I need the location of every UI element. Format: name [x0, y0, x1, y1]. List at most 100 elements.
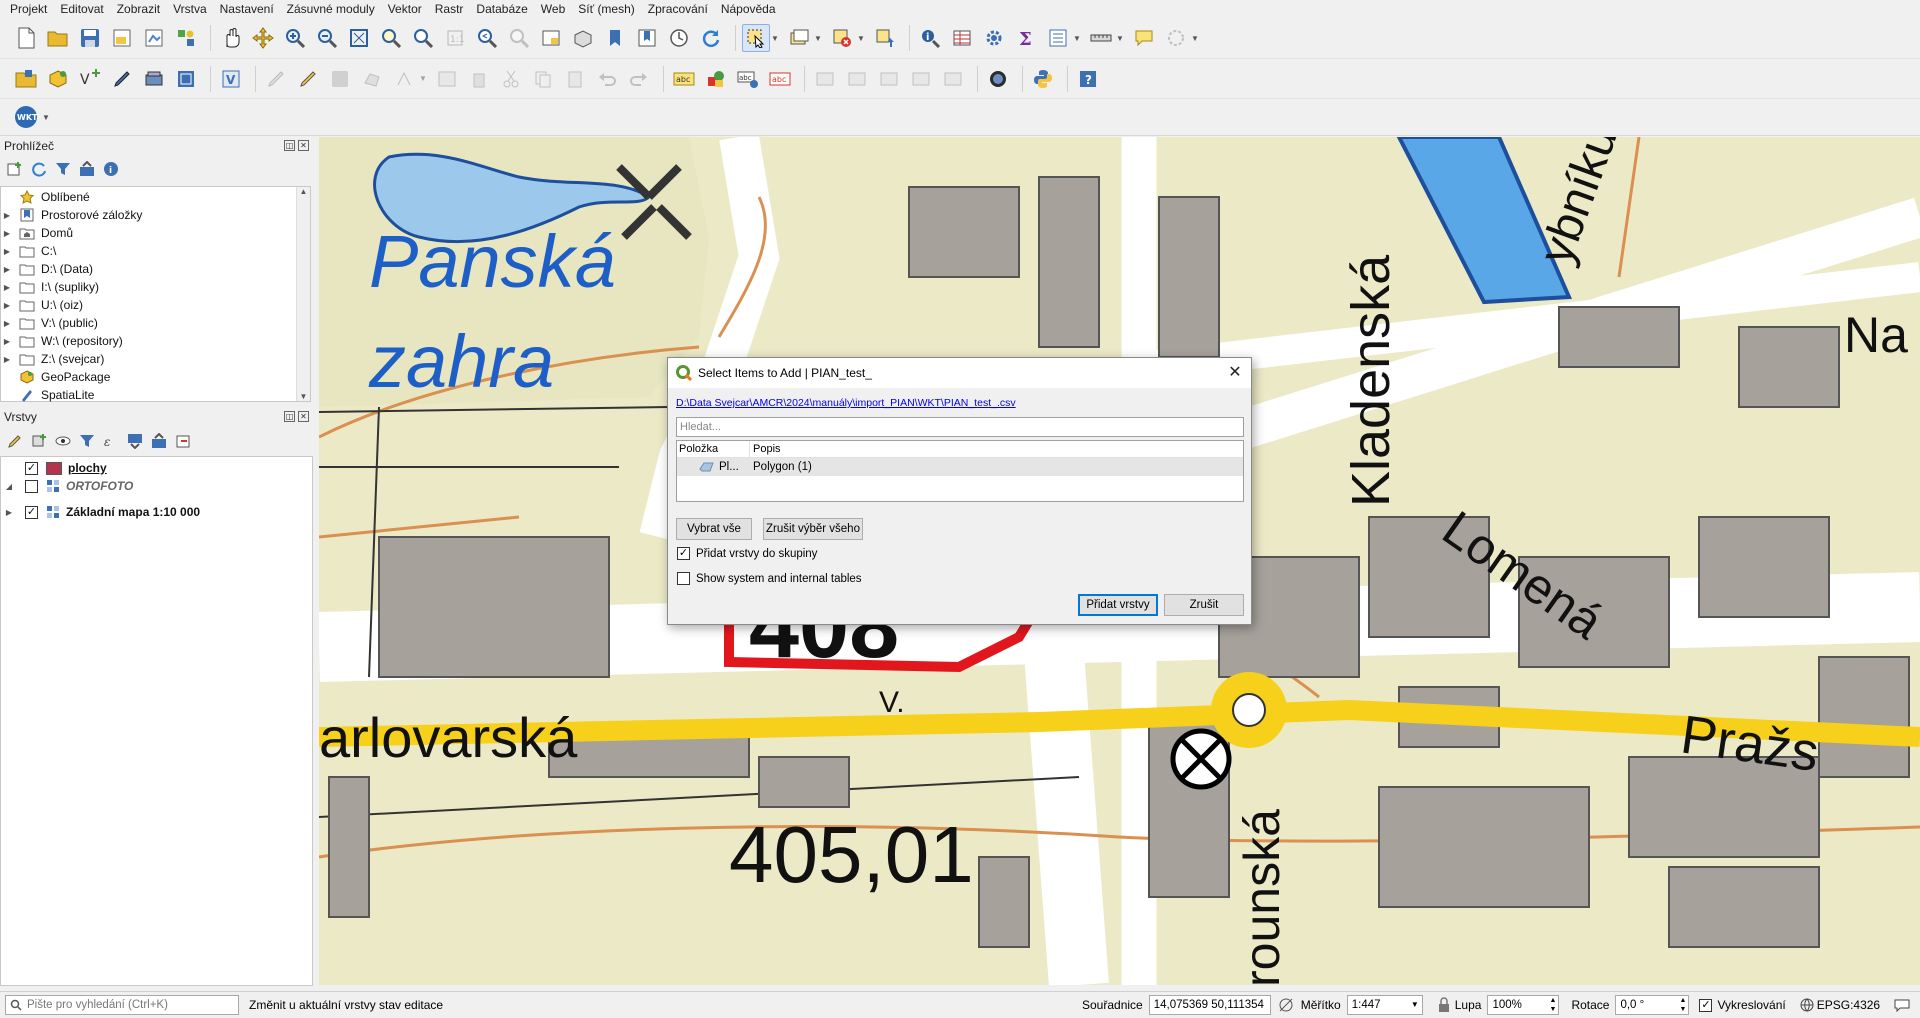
python-console-icon[interactable]	[1029, 65, 1057, 93]
layout-manager-icon[interactable]	[140, 24, 168, 52]
zoom-to-selection-icon[interactable]	[377, 24, 405, 52]
browser-item[interactable]: ▶ U:\ (oiz)	[1, 296, 310, 314]
collapse-all-layers-icon[interactable]	[150, 432, 168, 450]
diagram-tool-5-icon[interactable]	[939, 65, 967, 93]
toggle-extents-icon[interactable]	[1277, 996, 1295, 1014]
help-icon[interactable]: ?	[1074, 65, 1102, 93]
diagram-tool-2-icon[interactable]	[843, 65, 871, 93]
crs-globe-icon[interactable]	[1800, 998, 1814, 1012]
zoom-next-icon[interactable]	[505, 24, 533, 52]
float-panel-icon[interactable]: ◫	[284, 411, 295, 422]
browser-item[interactable]: ▶ V:\ (public)	[1, 314, 310, 332]
new-project-icon[interactable]	[12, 24, 40, 52]
browser-item[interactable]: ▶ Domů	[1, 224, 310, 242]
col-header-item[interactable]: Položka	[677, 441, 750, 457]
expand-arrow-icon[interactable]: ◢	[1, 482, 17, 491]
new-virtual-layer-icon[interactable]	[172, 65, 200, 93]
select-location-icon[interactable]	[871, 24, 899, 52]
layer-styling-icon[interactable]	[702, 65, 730, 93]
expand-arrow-icon[interactable]: ▶	[1, 229, 13, 238]
filter-browser-icon[interactable]	[54, 160, 72, 178]
delete-selected-icon[interactable]	[465, 65, 493, 93]
table-row[interactable]: Pl... Polygon (1)	[677, 458, 1243, 476]
new-map-view-icon[interactable]	[537, 24, 565, 52]
new-bookmark-icon[interactable]	[601, 24, 629, 52]
browser-scrollbar[interactable]: ▲ ▼	[296, 187, 310, 401]
browser-item[interactable]: Oblíbené	[1, 188, 310, 206]
browser-item[interactable]: ▶ C:\	[1, 242, 310, 260]
save-project-icon[interactable]	[76, 24, 104, 52]
browser-item[interactable]: GeoPackage	[1, 368, 310, 386]
redo-icon[interactable]	[625, 65, 653, 93]
menu-item-1[interactable]: Editovat	[54, 0, 110, 18]
zoom-out-icon[interactable]	[313, 24, 341, 52]
select-all-button[interactable]: Vybrat vše	[676, 518, 752, 540]
new-print-layout-icon[interactable]	[108, 24, 136, 52]
menu-item-11[interactable]: Zpracování	[642, 0, 715, 18]
zoom-native-icon[interactable]: 1:1	[441, 24, 469, 52]
copy-features-icon[interactable]	[529, 65, 557, 93]
expand-arrow-icon[interactable]: ▶	[1, 337, 13, 346]
layer-visibility-checkbox[interactable]	[25, 479, 38, 493]
messages-icon[interactable]	[1894, 998, 1910, 1012]
expand-arrow-icon[interactable]: ▶	[1, 247, 13, 256]
select-by-expression-icon[interactable]	[785, 24, 813, 52]
filter-legend-icon[interactable]	[78, 432, 96, 450]
paste-features-icon[interactable]	[561, 65, 589, 93]
edit-pencil-icon[interactable]	[294, 65, 322, 93]
diagram-tool-4-icon[interactable]	[907, 65, 935, 93]
expand-arrow-icon[interactable]: ▶	[1, 508, 17, 517]
temp-scratch-layer-icon[interactable]	[140, 65, 168, 93]
modify-attributes-icon[interactable]	[433, 65, 461, 93]
cancel-button[interactable]: Zrušit	[1164, 594, 1244, 616]
add-feature-icon[interactable]	[358, 65, 386, 93]
close-panel-icon[interactable]: ✕	[298, 140, 309, 151]
layer-item[interactable]: ◢ ORTOFOTO	[1, 477, 312, 495]
collapse-all-icon[interactable]	[78, 160, 96, 178]
label-toolbar-icon[interactable]: abc	[670, 65, 698, 93]
temporal-controller-icon[interactable]	[665, 24, 693, 52]
attribute-table-icon[interactable]	[948, 24, 976, 52]
label-highlight-icon[interactable]: abc	[766, 65, 794, 93]
diagram-tool-3-icon[interactable]	[875, 65, 903, 93]
menu-item-6[interactable]: Vektor	[382, 0, 429, 18]
add-virtual-layer-icon[interactable]: V	[217, 65, 245, 93]
layer-item[interactable]: ✓ plochy	[1, 459, 312, 477]
zoom-full-icon[interactable]	[345, 24, 373, 52]
manage-map-themes-icon[interactable]	[54, 432, 72, 450]
refresh-browser-icon[interactable]	[30, 160, 48, 178]
identify-features-icon[interactable]: i	[916, 24, 944, 52]
open-project-icon[interactable]	[44, 24, 72, 52]
dialog-close-icon[interactable]: ✕	[1225, 363, 1245, 383]
open-layer-styling-icon[interactable]	[6, 432, 24, 450]
zoom-last-icon[interactable]	[473, 24, 501, 52]
new-geopackage-icon[interactable]	[44, 65, 72, 93]
vertex-tool-icon[interactable]	[390, 65, 418, 93]
undo-icon[interactable]	[593, 65, 621, 93]
open-table-icon[interactable]	[1044, 24, 1072, 52]
menu-item-7[interactable]: Rastr	[429, 0, 471, 18]
wkt-plugin-icon[interactable]: WKT	[12, 103, 40, 131]
add-to-group-option[interactable]: ✓ Přidat vrstvy do skupiny	[677, 547, 817, 560]
expand-arrow-icon[interactable]: ▶	[1, 283, 13, 292]
deselect-all-icon[interactable]	[828, 24, 856, 52]
remove-layer-icon[interactable]	[174, 432, 192, 450]
layer-item[interactable]: ▶ ✓ Základní mapa 1:10 000	[1, 495, 312, 521]
show-system-option[interactable]: Show system and internal tables	[677, 572, 862, 585]
menu-item-9[interactable]: Web	[535, 0, 572, 18]
add-layers-button[interactable]: Přidat vrstvy	[1078, 594, 1158, 616]
plugin-globe-icon[interactable]	[984, 65, 1012, 93]
measure-line-icon[interactable]	[1087, 24, 1115, 52]
digitize-pen-icon[interactable]	[108, 65, 136, 93]
layer-symbol-swatch[interactable]	[46, 461, 62, 475]
add-to-group-checkbox[interactable]: ✓	[677, 547, 690, 560]
expand-arrow-icon[interactable]: ▶	[1, 319, 13, 328]
browser-item[interactable]: ▶ I:\ (supliky)	[1, 278, 310, 296]
map-tips-icon[interactable]	[1130, 24, 1158, 52]
expand-arrow-icon[interactable]: ▶	[1, 355, 13, 364]
filter-by-expression-icon[interactable]: ε	[102, 432, 120, 450]
zoom-in-icon[interactable]	[281, 24, 309, 52]
locator-search-input[interactable]: Pište pro vyhledání (Ctrl+K)	[5, 995, 239, 1015]
expand-arrow-icon[interactable]: ▶	[1, 211, 13, 220]
float-panel-icon[interactable]: ◫	[284, 140, 295, 151]
